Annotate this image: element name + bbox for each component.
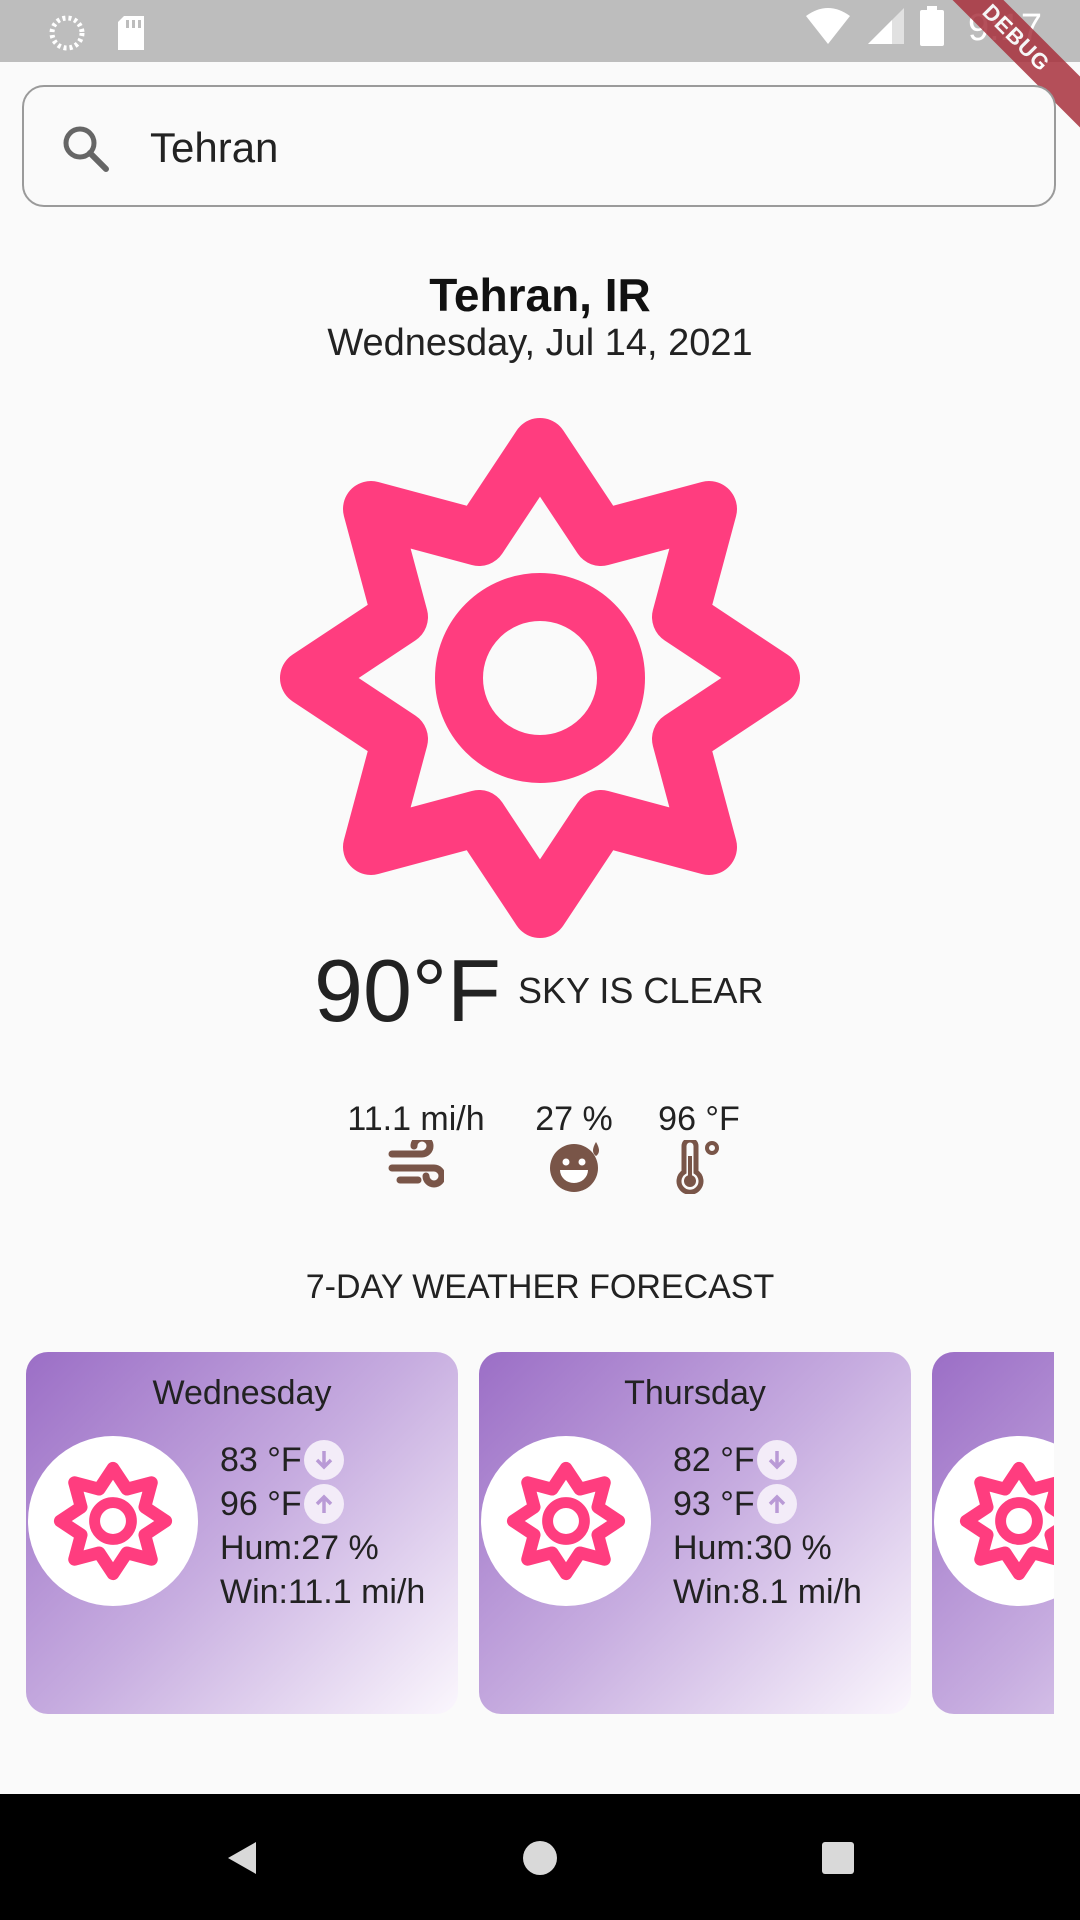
navigation-bar [0,1794,1080,1920]
status-bar: 9:17 [0,0,1080,62]
sun-icon [481,1436,651,1606]
forecast-day: Wednesday [152,1374,332,1412]
forecast-list[interactable]: Wednesday 83 °F 96 °F Hum:27 % Win:11.1 … [0,1352,1054,1714]
current-date: Wednesday, Jul 14, 2021 [327,322,753,364]
thermometer-icon [672,1137,728,1199]
recents-icon[interactable] [820,1838,856,1883]
wind-icon [388,1134,446,1197]
smile-drop-icon [548,1140,604,1199]
wind: Win:11.1 mi/h [220,1573,426,1611]
back-icon[interactable] [224,1838,260,1883]
wind: Win:8.1 mi/h [673,1573,862,1611]
search-box[interactable] [22,85,1056,207]
arrow-down-icon [756,1440,797,1480]
arrow-down-icon [303,1440,344,1480]
sun-icon [934,1436,1054,1606]
max-temperature: 93 °F [673,1485,755,1523]
humidity-value: 27 % [535,1100,613,1138]
forecast-card[interactable] [932,1352,1054,1714]
forecast-day: Thursday [624,1374,766,1412]
arrow-up-icon [303,1484,344,1524]
city-name: Tehran, IR [429,269,651,321]
min-temperature: 83 °F [220,1441,302,1479]
sd-card-icon [116,14,146,57]
search-input[interactable] [148,115,1012,181]
humidity: Hum:27 % [220,1529,379,1567]
forecast-card[interactable]: Thursday 82 °F 93 °F Hum:30 % Win:8.1 mi… [479,1352,911,1714]
max-temperature: 96 °F [658,1100,740,1138]
search-icon [60,123,110,178]
weather-description: SKY IS CLEAR [518,970,764,1011]
forecast-card[interactable]: Wednesday 83 °F 96 °F Hum:27 % Win:11.1 … [26,1352,458,1714]
humidity: Hum:30 % [673,1529,832,1567]
home-icon[interactable] [522,1838,558,1883]
wifi-icon [804,6,852,51]
wind-speed: 11.1 mi/h [347,1100,485,1138]
forecast-title: 7-DAY WEATHER FORECAST [305,1268,775,1306]
sun-icon [28,1436,198,1606]
sync-icon [48,14,86,57]
battery-icon [920,6,945,51]
max-temperature: 96 °F [220,1485,302,1523]
current-temperature: 90°F [314,941,501,1040]
sun-icon [276,414,804,947]
min-temperature: 82 °F [673,1441,755,1479]
signal-icon [866,6,906,51]
arrow-up-icon [756,1484,797,1524]
